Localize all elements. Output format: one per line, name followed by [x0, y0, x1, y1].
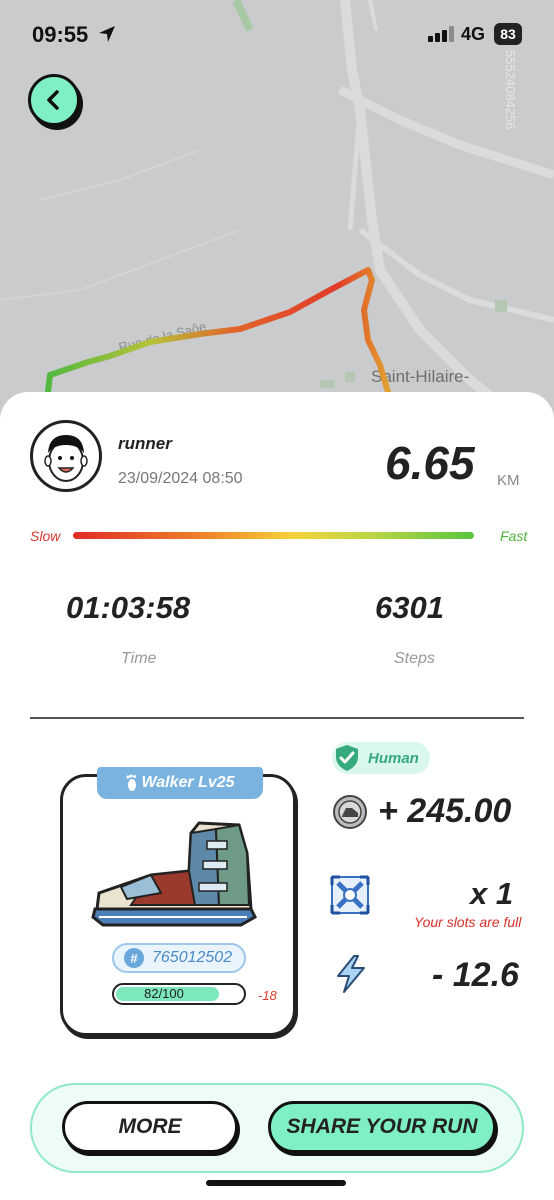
signal-icon	[428, 26, 454, 42]
run-datetime: 23/09/2024 08:50	[118, 470, 243, 487]
human-label: Human	[368, 749, 419, 767]
energy-cost: - 12.6	[432, 956, 519, 994]
steps-value: 6301	[375, 590, 444, 625]
shield-check-icon	[336, 745, 358, 771]
sneaker-image	[91, 821, 257, 927]
time-value: 01:03:58	[66, 590, 191, 625]
time-label: Time	[121, 650, 157, 667]
mystery-box-count: x 1	[470, 876, 514, 911]
shoe-id: 765012502	[152, 949, 233, 966]
footprint-icon	[126, 774, 137, 791]
speed-gradient-bar	[73, 532, 474, 539]
chevron-left-icon	[47, 90, 59, 110]
username: runner	[118, 434, 172, 453]
speed-fast-label: Fast	[500, 528, 528, 544]
speed-slow-label: Slow	[30, 528, 61, 544]
steps-label: Steps	[394, 650, 435, 667]
durability-bar: 82/100	[112, 983, 246, 1005]
status-bar: 09:55 4G 83 55524084256	[0, 0, 554, 130]
token-coin-icon	[333, 795, 367, 829]
shoe-level-tag: Walker Lv25	[97, 767, 263, 799]
network-type: 4G	[461, 24, 486, 44]
divider	[30, 717, 524, 719]
durability-text: 82/100	[144, 986, 184, 1001]
human-badge: Human	[332, 742, 430, 774]
action-bar: MORE SHARE YOUR RUN	[30, 1083, 524, 1173]
share-run-button[interactable]: SHARE YOUR RUN	[268, 1101, 496, 1153]
avatar-face-icon	[44, 435, 88, 482]
more-button[interactable]: MORE	[62, 1101, 238, 1153]
distance-unit: KM	[497, 472, 520, 489]
mystery-box-icon	[330, 875, 370, 915]
token-reward: + 245.00	[378, 792, 512, 830]
run-summary-card: runner 23/09/2024 08:50 6.65 KM Slow Fas…	[0, 392, 554, 1200]
clock: 09:55	[32, 22, 89, 47]
avatar[interactable]	[30, 420, 102, 492]
durability-change: -18	[258, 988, 277, 1003]
energy-bolt-icon	[337, 955, 365, 993]
distance-value: 6.65	[385, 437, 475, 489]
map-id-text: 55524084256	[503, 50, 518, 130]
back-button[interactable]	[28, 74, 80, 126]
slots-full-warning: Your slots are full	[414, 914, 522, 930]
home-indicator[interactable]	[206, 1180, 346, 1186]
location-arrow-icon	[99, 26, 115, 42]
battery-indicator: 83	[494, 23, 522, 45]
shoe-title: Walker Lv25	[141, 774, 235, 791]
hash-icon: #	[124, 948, 144, 968]
shoe-id-badge: # 765012502	[112, 943, 246, 973]
